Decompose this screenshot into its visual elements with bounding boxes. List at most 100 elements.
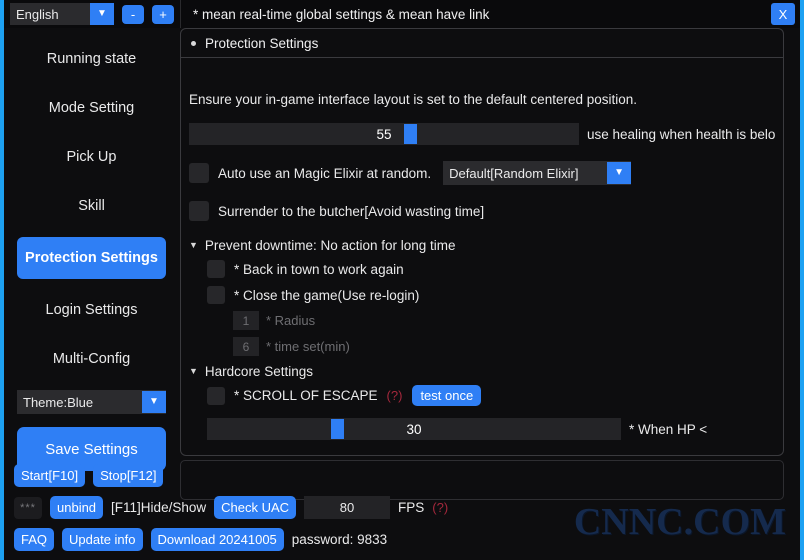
- download-button[interactable]: Download 20241005: [150, 528, 284, 551]
- radius-input[interactable]: 1: [233, 311, 259, 330]
- chevron-down-icon[interactable]: ▼: [607, 162, 632, 184]
- elixir-row: Auto use an Magic Elixir at random. Defa…: [181, 161, 783, 185]
- password-mask-field[interactable]: ***: [14, 496, 42, 519]
- sidebar-item-label: Running state: [46, 51, 137, 67]
- unbind-button[interactable]: unbind: [50, 496, 104, 519]
- hp-slider-value: 30: [406, 421, 422, 437]
- slider-handle[interactable]: [403, 124, 417, 144]
- watermark: CNNC.COM: [573, 501, 786, 543]
- toolbar-divider: [180, 0, 181, 28]
- sidebar-item-protection-settings[interactable]: Protection Settings: [17, 237, 166, 279]
- theme-select-value: Theme:Blue: [23, 394, 94, 410]
- chevron-down-icon[interactable]: ▼: [189, 241, 198, 250]
- theme-select[interactable]: Theme:Blue ▼: [17, 390, 166, 414]
- check-uac-button[interactable]: Check UAC: [214, 496, 297, 519]
- scroll-of-escape-row: * SCROLL OF ESCAPE (?) test once: [181, 385, 783, 406]
- bind-row: *** unbind [F11]Hide/Show Check UAC 80 F…: [14, 496, 448, 519]
- title-bar: English ▼ - + * mean real-time global se…: [4, 0, 800, 28]
- sidebar-item-login-settings[interactable]: Login Settings: [17, 292, 166, 328]
- sidebar-item-label: Mode Setting: [48, 100, 135, 116]
- info-text: Ensure your in-game interface layout is …: [189, 92, 638, 107]
- scroll-of-escape-checkbox[interactable]: [207, 386, 225, 405]
- update-info-button[interactable]: Update info: [62, 528, 143, 551]
- time-set-label: * time set(min): [266, 339, 350, 354]
- fps-label: FPS: [398, 500, 425, 515]
- radius-row: 1 * Radius: [181, 311, 783, 330]
- elixir-checkbox[interactable]: [189, 163, 209, 183]
- hide-show-label: [F11]Hide/Show: [111, 500, 207, 515]
- close-button[interactable]: X: [771, 3, 795, 25]
- status-panel: [180, 460, 784, 500]
- hp-threshold-slider[interactable]: 30: [207, 418, 621, 440]
- back-in-town-row: * Back in town to work again: [181, 260, 783, 278]
- elixir-select-value: Default[Random Elixir]: [449, 165, 579, 181]
- help-icon[interactable]: (?): [387, 388, 403, 403]
- radius-label: * Radius: [266, 313, 316, 328]
- surrender-checkbox[interactable]: [189, 201, 209, 221]
- start-button[interactable]: Start[F10]: [14, 464, 86, 487]
- health-slider-value: 55: [376, 126, 392, 142]
- stop-button[interactable]: Stop[F12]: [93, 464, 164, 487]
- close-game-checkbox[interactable]: [207, 286, 225, 304]
- password-label: password: 9833: [291, 532, 388, 547]
- sidebar-item-mode-setting[interactable]: Mode Setting: [17, 90, 166, 126]
- sidebar-item-label: Protection Settings: [25, 250, 158, 266]
- close-game-label: * Close the game(Use re-login): [234, 287, 420, 303]
- panel-header: Protection Settings: [181, 29, 783, 58]
- health-threshold-slider[interactable]: 55: [189, 123, 579, 145]
- surrender-row: Surrender to the butcher[Avoid wasting t…: [181, 201, 783, 221]
- back-in-town-label: * Back in town to work again: [234, 261, 404, 277]
- chevron-down-icon[interactable]: ▼: [189, 367, 198, 376]
- increase-button[interactable]: +: [152, 4, 174, 24]
- elixir-select[interactable]: Default[Random Elixir] ▼: [443, 161, 632, 185]
- health-slider-row: 55 use healing when health is belo: [181, 123, 783, 145]
- hp-slider-row: 30 * When HP <: [181, 418, 783, 440]
- links-row: FAQ Update info Download 20241005 passwo…: [14, 528, 395, 551]
- elixir-label: Auto use an Magic Elixir at random.: [218, 165, 432, 181]
- sidebar-item-pick-up[interactable]: Pick Up: [17, 139, 166, 175]
- panel-title: Protection Settings: [205, 35, 319, 51]
- chevron-down-icon[interactable]: ▼: [90, 3, 114, 25]
- test-once-button[interactable]: test once: [412, 385, 482, 406]
- sidebar-item-skill[interactable]: Skill: [17, 188, 166, 224]
- time-set-input[interactable]: 6: [233, 337, 259, 356]
- sidebar-item-label: Skill: [78, 198, 105, 214]
- window-title: * mean real-time global settings & mean …: [193, 6, 490, 22]
- control-row: Start[F10] Stop[F12]: [14, 464, 171, 487]
- fps-input[interactable]: 80: [304, 496, 391, 519]
- bullet-icon: [191, 40, 196, 46]
- protection-settings-panel: Protection Settings Ensure your in-game …: [180, 28, 784, 456]
- panel-body: Ensure your in-game interface layout is …: [181, 58, 783, 440]
- hardcore-settings-label: Hardcore Settings: [204, 364, 313, 379]
- prevent-downtime-group[interactable]: ▼ Prevent downtime: No action for long t…: [181, 238, 783, 253]
- language-select[interactable]: English ▼: [10, 3, 114, 25]
- slider-handle[interactable]: [331, 419, 345, 439]
- decrease-button[interactable]: -: [122, 4, 144, 24]
- chevron-down-icon[interactable]: ▼: [142, 391, 166, 413]
- sidebar-item-label: Pick Up: [66, 149, 117, 165]
- sidebar-item-running-state[interactable]: Running state: [17, 41, 166, 77]
- close-game-row: * Close the game(Use re-login): [181, 286, 783, 304]
- back-in-town-checkbox[interactable]: [207, 260, 225, 278]
- time-set-row: 6 * time set(min): [181, 337, 783, 356]
- scroll-of-escape-label: * SCROLL OF ESCAPE: [234, 388, 378, 403]
- surrender-label: Surrender to the butcher[Avoid wasting t…: [218, 203, 485, 219]
- faq-button[interactable]: FAQ: [14, 528, 55, 551]
- fps-help-icon[interactable]: (?): [432, 500, 448, 515]
- sidebar-top-gap: [8, 28, 175, 41]
- prevent-downtime-label: Prevent downtime: No action for long tim…: [204, 238, 456, 253]
- hp-slider-label: * When HP <: [629, 421, 708, 437]
- app-window: English ▼ - + * mean real-time global se…: [0, 0, 804, 560]
- language-select-value: English: [16, 6, 59, 22]
- health-slider-label: use healing when health is belo: [587, 126, 776, 142]
- sidebar-item-label: Multi-Config: [52, 351, 131, 367]
- hardcore-settings-group[interactable]: ▼ Hardcore Settings: [181, 364, 783, 379]
- sidebar-item-multi-config[interactable]: Multi-Config: [17, 341, 166, 377]
